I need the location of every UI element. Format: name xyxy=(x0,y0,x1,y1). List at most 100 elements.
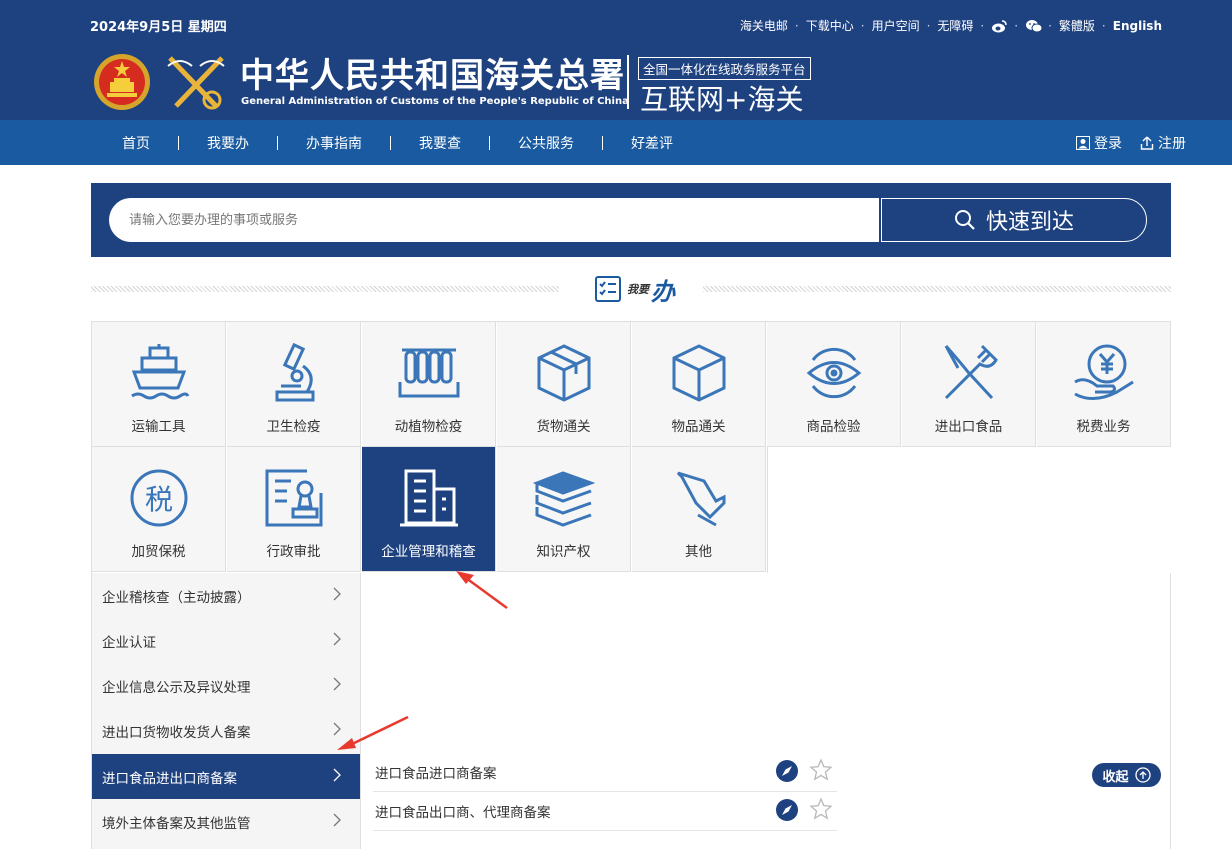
submenu-item-label: 企业稽核查（主动披露） xyxy=(102,590,251,606)
category-animal-plant-quarantine[interactable]: 动植物检疫 xyxy=(362,322,496,447)
checklist-icon xyxy=(595,276,621,302)
user-icon xyxy=(1076,135,1090,150)
cube-icon xyxy=(672,344,726,402)
weibo-icon[interactable] xyxy=(991,19,1007,33)
nav-guide[interactable]: 办事指南 xyxy=(292,133,376,153)
nav-i-want-to-query[interactable]: 我要查 xyxy=(405,133,475,153)
star-icon[interactable] xyxy=(809,758,833,782)
submenu-item-label: 进口食品进出口商备案 xyxy=(102,771,237,787)
category-other[interactable]: 其他 xyxy=(632,447,766,572)
building-icon xyxy=(400,469,458,527)
category-health-quarantine[interactable]: 卫生检疫 xyxy=(227,322,361,447)
box-icon xyxy=(537,344,591,402)
register-label: 注册 xyxy=(1158,135,1186,152)
category-label: 企业管理和稽查 xyxy=(381,544,476,560)
submenu-item[interactable]: 进出口货物收发货人备案 xyxy=(92,708,360,753)
site-title: 中华人民共和国海关总署 xyxy=(240,56,625,96)
category-label: 货物通关 xyxy=(536,419,591,435)
download-center-link[interactable]: 下载中心 xyxy=(806,17,854,34)
category-grid-empty xyxy=(767,447,1171,573)
submenu-item[interactable]: 企业信息公示及异议处理 xyxy=(92,663,360,708)
category-label: 知识产权 xyxy=(536,544,591,560)
site-slogan: 互联网+海关 xyxy=(640,83,804,116)
auth-links: 登录 注册 xyxy=(1058,120,1186,165)
chevron-right-icon xyxy=(333,587,341,601)
category-label: 运输工具 xyxy=(131,419,186,435)
chevron-right-icon xyxy=(333,722,341,736)
user-space-link[interactable]: 用户空间 xyxy=(872,17,920,34)
category-enterprise-management[interactable]: 企业管理和稽查 xyxy=(362,447,496,572)
chevron-right-icon xyxy=(333,677,341,691)
category-label: 卫生检疫 xyxy=(266,419,321,435)
site-title-english: General Administration of Customs of the… xyxy=(241,96,629,107)
category-processing-bonded[interactable]: 税 加贸保税 xyxy=(92,447,226,572)
register-link[interactable]: 注册 xyxy=(1140,133,1186,153)
current-date: 2024年9月5日 星期四 xyxy=(90,20,227,35)
submenu-item-label: 境外主体备案及其他监管 xyxy=(102,816,251,832)
eye-icon xyxy=(806,347,862,399)
ship-icon xyxy=(131,344,190,400)
separator-dot: · xyxy=(1048,18,1052,33)
search-icon xyxy=(954,210,975,230)
quick-search-button[interactable]: 快速到达 xyxy=(881,198,1147,242)
login-label: 登录 xyxy=(1094,135,1122,152)
category-goods-clearance[interactable]: 货物通关 xyxy=(497,322,631,447)
category-intellectual-property[interactable]: 知识产权 xyxy=(497,447,631,572)
subcategory-menu: 企业稽核查（主动披露） 企业认证 企业信息公示及异议处理 进出口货物收发货人备案… xyxy=(91,573,361,849)
title-divider xyxy=(627,55,629,109)
english-link[interactable]: English xyxy=(1113,19,1162,33)
compass-icon[interactable] xyxy=(775,798,799,822)
nav-public-services[interactable]: 公共服务 xyxy=(504,133,588,153)
title-decor-line xyxy=(91,286,559,292)
yuan-hand-icon xyxy=(1074,344,1134,400)
separator-dot: · xyxy=(794,18,799,33)
category-commodity-inspection[interactable]: 商品检验 xyxy=(767,322,901,447)
submenu-item-label: 企业信息公示及异议处理 xyxy=(102,680,251,696)
submenu-item[interactable]: 企业稽核查（主动披露） xyxy=(92,573,360,618)
section-title-big: 办 xyxy=(651,277,675,306)
submenu-item-active[interactable]: 进口食品进出口商备案 xyxy=(92,754,360,799)
traditional-chinese-link[interactable]: 繁體版 xyxy=(1059,17,1095,34)
separator-dot: · xyxy=(980,18,985,33)
chevron-right-icon xyxy=(333,768,341,782)
category-label: 行政审批 xyxy=(266,544,321,560)
microscope-icon xyxy=(275,342,315,402)
search-input[interactable] xyxy=(109,198,879,242)
nav-rating[interactable]: 好差评 xyxy=(617,133,687,153)
category-label: 进出口食品 xyxy=(934,419,1003,435)
nav-divider xyxy=(602,135,603,150)
section-title-small: 我要 xyxy=(627,283,649,296)
category-article-clearance[interactable]: 物品通关 xyxy=(632,322,766,447)
service-item-label: 进口食品进口商备案 xyxy=(375,766,497,782)
customs-email-link[interactable]: 海关电邮 xyxy=(740,17,788,34)
wechat-icon[interactable] xyxy=(1025,19,1043,33)
test-tubes-icon xyxy=(398,348,460,398)
accessibility-link[interactable]: 无障碍 xyxy=(937,17,973,34)
service-item[interactable]: 进口食品出口商、代理商备案 xyxy=(373,792,837,831)
category-administrative-approval[interactable]: 行政审批 xyxy=(227,447,361,572)
nav-divider xyxy=(489,135,490,150)
fork-knife-icon xyxy=(944,344,998,400)
national-emblem-icon xyxy=(94,54,150,110)
submenu-item-label: 企业认证 xyxy=(102,635,156,651)
submenu-item[interactable]: 企业认证 xyxy=(92,618,360,663)
star-icon[interactable] xyxy=(809,797,833,821)
category-label: 物品通关 xyxy=(671,419,726,435)
arrow-up-circle-icon xyxy=(1134,767,1151,783)
compass-icon[interactable] xyxy=(775,759,799,783)
svg-text:税: 税 xyxy=(145,483,173,516)
quick-search-label: 快速到达 xyxy=(985,210,1074,235)
category-label: 动植物检疫 xyxy=(394,419,463,435)
collapse-button[interactable]: 收起 xyxy=(1092,763,1161,787)
login-link[interactable]: 登录 xyxy=(1076,133,1122,153)
service-list-panel: 进口食品进口商备案 进口食品出口商、代理商备案 收起 xyxy=(361,573,1171,849)
category-tax-fees[interactable]: 税费业务 xyxy=(1037,322,1171,447)
tax-icon: 税 xyxy=(130,469,188,527)
nav-i-want-to-handle[interactable]: 我要办 xyxy=(193,133,263,153)
separator-dot: · xyxy=(1014,18,1019,33)
category-transport[interactable]: 运输工具 xyxy=(92,322,226,447)
category-import-export-food[interactable]: 进出口食品 xyxy=(902,322,1036,447)
nav-home[interactable]: 首页 xyxy=(108,133,164,153)
service-item[interactable]: 进口食品进口商备案 xyxy=(373,753,837,792)
submenu-item[interactable]: 境外主体备案及其他监管 xyxy=(92,799,360,844)
